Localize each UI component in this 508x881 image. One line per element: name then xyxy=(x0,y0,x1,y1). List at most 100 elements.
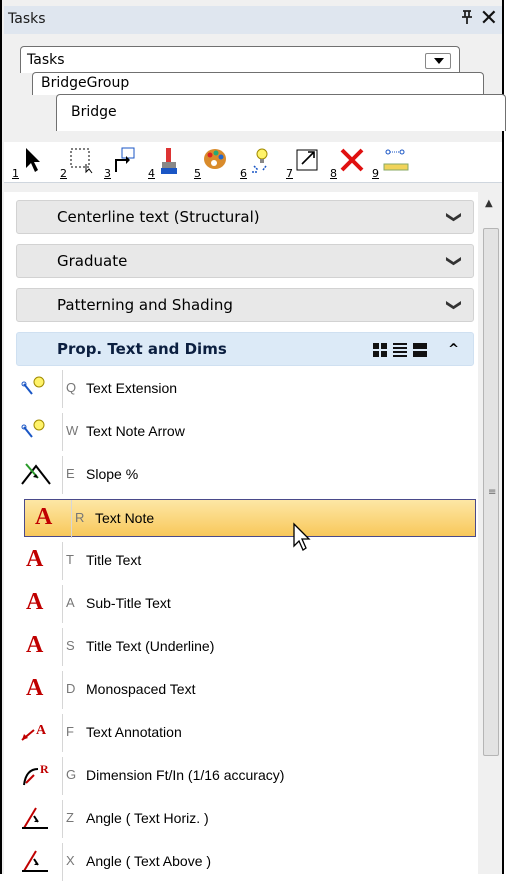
chevron-down-icon: ❯ xyxy=(445,254,464,268)
divider xyxy=(62,413,63,451)
select-box-icon xyxy=(70,148,93,174)
angle-icon xyxy=(20,804,54,834)
section-patterning-shading[interactable]: Patterning and Shading ❯ xyxy=(16,288,474,322)
divider xyxy=(62,843,63,881)
task-panel: Centerline text (Structural) ❯ Graduate … xyxy=(4,192,478,881)
list-item-sub-title-text[interactable]: A A Sub-Title Text xyxy=(16,585,468,623)
tool-3-number: 3 xyxy=(104,167,111,180)
text-note-arrow-icon xyxy=(20,417,54,447)
list-item-title-text[interactable]: A T Title Text xyxy=(16,542,468,580)
list-view-icon xyxy=(393,343,407,357)
tool-6-number: 6 xyxy=(240,167,247,180)
list-item-text-extension[interactable]: Q Text Extension xyxy=(16,370,468,408)
text-A-icon: A xyxy=(35,504,53,530)
select-arrow-icon xyxy=(26,148,40,172)
tab-bridge[interactable]: Bridge xyxy=(56,94,506,131)
shortcut-key: D xyxy=(66,681,76,696)
tool-8-delete[interactable]: 8 xyxy=(330,144,372,180)
tool-7-number: 7 xyxy=(286,167,293,180)
tab-tasks-label: Tasks xyxy=(27,52,65,68)
paint-brush-icon xyxy=(161,148,177,174)
item-label: Slope % xyxy=(86,466,139,482)
list-item-angle-text-horiz[interactable]: Z Angle ( Text Horiz. ) xyxy=(16,800,468,838)
task-tabs: Tasks BridgeGroup Bridge xyxy=(4,34,506,142)
tool-1-select[interactable]: 1 xyxy=(12,144,54,180)
list-item-monospaced-text[interactable]: A D Monospaced Text xyxy=(16,671,468,709)
divider xyxy=(62,542,63,580)
tool-8-number: 8 xyxy=(330,167,337,180)
tab-bridgegroup[interactable]: BridgeGroup xyxy=(32,72,484,95)
angle-icon xyxy=(20,847,54,877)
item-label: Text Note xyxy=(95,510,155,526)
chevron-up-icon[interactable]: ^ xyxy=(448,342,459,357)
close-icon[interactable]: ✕ xyxy=(480,6,498,32)
scrollbar-thumb[interactable]: ≡ xyxy=(483,228,499,756)
measure-icon xyxy=(383,149,409,171)
text-A-icon: A xyxy=(26,546,44,572)
tasks-dropdown-button[interactable] xyxy=(425,53,451,69)
shortcut-key: S xyxy=(66,638,75,653)
list-item-text-note-arrow[interactable]: W Text Note Arrow xyxy=(16,413,468,451)
divider xyxy=(62,800,63,838)
tool-5-palette[interactable]: 5 xyxy=(194,144,236,180)
list-item-title-text-underline[interactable]: A S Title Text (Underline) xyxy=(16,628,468,666)
svg-text:A: A xyxy=(36,723,47,738)
tool-list: Q Text Extension W Text Note Arrow E Slo… xyxy=(16,364,478,881)
tool-4-number: 4 xyxy=(148,167,155,180)
grid-view-icon xyxy=(373,343,387,357)
section-label: Centerline text (Structural) xyxy=(57,208,260,226)
list-item-dimension-ft-in[interactable]: R G Dimension Ft/In (1/16 accuracy) xyxy=(16,757,468,795)
list-item-text-annotation[interactable]: A F Text Annotation xyxy=(16,714,468,752)
text-A-icon: A xyxy=(26,675,44,701)
shortcut-key: E xyxy=(66,466,75,481)
section-centerline-text[interactable]: Centerline text (Structural) ❯ xyxy=(16,200,474,234)
tab-tasks[interactable]: Tasks xyxy=(20,46,460,73)
divider xyxy=(62,628,63,666)
text-A-icon: A xyxy=(26,589,44,615)
item-label: Text Annotation xyxy=(86,724,182,740)
item-label: Sub-Title Text xyxy=(86,595,171,611)
list-item-slope[interactable]: E Slope % xyxy=(16,456,468,494)
tool-7-resize[interactable]: 7 xyxy=(286,144,328,180)
scroll-up-arrow-icon[interactable]: ▲ xyxy=(485,198,493,209)
text-extension-icon xyxy=(20,374,54,404)
tasks-window: Tasks ✕ Tasks BridgeGroup Bridge 1 2 3 4… xyxy=(0,0,506,881)
section-graduate[interactable]: Graduate ❯ xyxy=(16,244,474,278)
tool-9-number: 9 xyxy=(372,167,379,180)
item-label: Text Note Arrow xyxy=(86,423,185,439)
list-item-text-note[interactable]: A R Text Note xyxy=(24,499,476,538)
tool-4-paint[interactable]: 4 xyxy=(148,144,190,180)
shortcut-key: T xyxy=(66,552,74,567)
section-label: Patterning and Shading xyxy=(57,296,233,314)
slope-icon xyxy=(20,460,54,490)
divider xyxy=(62,757,63,795)
shortcut-key: Q xyxy=(66,380,77,395)
tool-6-highlight[interactable]: 6 xyxy=(240,144,282,180)
text-A-icon: A xyxy=(26,632,44,658)
vertical-scrollbar[interactable]: ▲ ≡ xyxy=(480,192,502,874)
item-label: Dimension Ft/In (1/16 accuracy) xyxy=(86,767,285,783)
chevron-down-icon: ❯ xyxy=(445,210,464,224)
divider xyxy=(62,714,63,752)
title-bar: Tasks ✕ xyxy=(4,6,502,35)
list-item-angle-text-above[interactable]: X Angle ( Text Above ) xyxy=(16,843,468,881)
shortcut-key: W xyxy=(66,423,79,438)
view-mode-icons xyxy=(373,342,433,358)
shortcut-key: A xyxy=(66,595,75,610)
item-label: Title Text xyxy=(86,552,142,568)
pin-icon[interactable] xyxy=(460,9,474,29)
tab-bridgegroup-label: BridgeGroup xyxy=(41,75,130,91)
shortcut-key: G xyxy=(66,767,77,782)
resize-box-icon xyxy=(296,149,318,171)
tool-3-move[interactable]: 3 xyxy=(104,144,146,180)
palette-icon xyxy=(204,149,226,169)
tool-1-number: 1 xyxy=(12,167,19,180)
tool-2-number: 2 xyxy=(60,167,67,180)
section-prop-text-dims[interactable]: Prop. Text and Dims ^ xyxy=(16,332,474,366)
divider xyxy=(71,500,72,538)
text-annotation-icon: A xyxy=(20,718,54,748)
section-label: Graduate xyxy=(57,252,128,270)
item-label: Monospaced Text xyxy=(86,681,196,697)
tool-2-select-box[interactable]: 2 xyxy=(60,144,102,180)
tool-9-measure[interactable]: 9 xyxy=(372,144,414,180)
